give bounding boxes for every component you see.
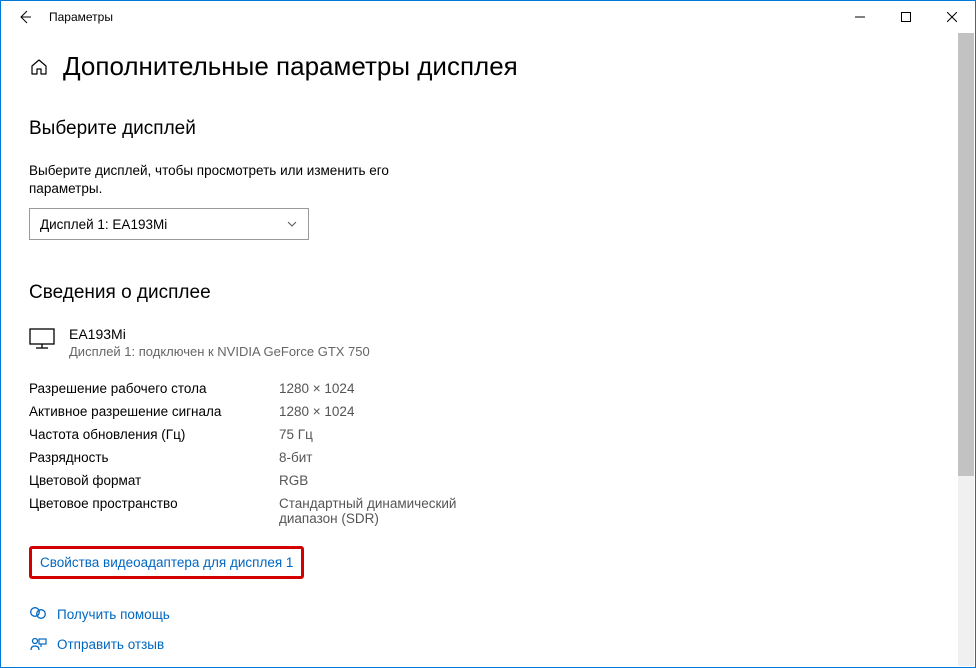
table-row: Разрядность 8-бит bbox=[29, 446, 947, 469]
table-row: Цветовое пространство Стандартный динами… bbox=[29, 492, 947, 530]
display-name: EA193Mi bbox=[69, 326, 370, 342]
info-label: Цветовой формат bbox=[29, 473, 279, 488]
display-subtitle: Дисплей 1: подключен к NVIDIA GeForce GT… bbox=[69, 344, 370, 359]
info-value: 8-бит bbox=[279, 450, 312, 465]
monitor-icon bbox=[29, 328, 55, 353]
chevron-down-icon bbox=[286, 218, 298, 230]
info-value: 75 Гц bbox=[279, 427, 313, 442]
scrollbar[interactable] bbox=[958, 33, 974, 666]
minimize-icon bbox=[855, 12, 865, 22]
maximize-icon bbox=[901, 12, 911, 22]
close-button[interactable] bbox=[929, 1, 975, 33]
feedback-link[interactable]: Отправить отзыв bbox=[29, 635, 947, 653]
feedback-label: Отправить отзыв bbox=[57, 637, 164, 652]
info-value: RGB bbox=[279, 473, 308, 488]
close-icon bbox=[947, 12, 957, 22]
page-title: Дополнительные параметры дисплея bbox=[63, 51, 518, 82]
table-row: Разрешение рабочего стола 1280 × 1024 bbox=[29, 377, 947, 400]
info-value: 1280 × 1024 bbox=[279, 404, 354, 419]
back-button[interactable] bbox=[9, 1, 41, 33]
get-help-link[interactable]: Получить помощь bbox=[29, 605, 947, 623]
info-value: 1280 × 1024 bbox=[279, 381, 354, 396]
select-display-instruction: Выберите дисплей, чтобы просмотреть или … bbox=[29, 162, 449, 198]
info-label: Разрешение рабочего стола bbox=[29, 381, 279, 396]
home-icon[interactable] bbox=[29, 57, 49, 77]
display-identity: EA193Mi Дисплей 1: подключен к NVIDIA Ge… bbox=[29, 326, 947, 359]
content-area: Дополнительные параметры дисплея Выберит… bbox=[1, 33, 975, 667]
select-display-heading: Выберите дисплей bbox=[29, 118, 947, 140]
window-title: Параметры bbox=[49, 10, 113, 24]
display-dropdown[interactable]: Дисплей 1: EA193Mi bbox=[29, 208, 309, 240]
minimize-button[interactable] bbox=[837, 1, 883, 33]
info-label: Цветовое пространство bbox=[29, 496, 279, 526]
footer-links: Получить помощь Отправить отзыв bbox=[29, 605, 947, 653]
table-row: Цветовой формат RGB bbox=[29, 469, 947, 492]
help-label: Получить помощь bbox=[57, 607, 170, 622]
info-label: Частота обновления (Гц) bbox=[29, 427, 279, 442]
display-info-heading: Сведения о дисплее bbox=[29, 282, 947, 304]
window-controls bbox=[837, 1, 975, 33]
table-row: Активное разрешение сигнала 1280 × 1024 bbox=[29, 400, 947, 423]
titlebar: Параметры bbox=[1, 1, 975, 33]
maximize-button[interactable] bbox=[883, 1, 929, 33]
feedback-icon bbox=[29, 635, 47, 653]
page-header: Дополнительные параметры дисплея bbox=[29, 51, 947, 82]
dropdown-value: Дисплей 1: EA193Mi bbox=[40, 217, 167, 232]
info-label: Разрядность bbox=[29, 450, 279, 465]
display-info-table: Разрешение рабочего стола 1280 × 1024 Ак… bbox=[29, 377, 947, 530]
info-value: Стандартный динамический диапазон (SDR) bbox=[279, 496, 479, 526]
table-row: Частота обновления (Гц) 75 Гц bbox=[29, 423, 947, 446]
highlight-box: Свойства видеоадаптера для дисплея 1 bbox=[29, 546, 304, 579]
arrow-left-icon bbox=[17, 9, 33, 25]
adapter-properties-link[interactable]: Свойства видеоадаптера для дисплея 1 bbox=[40, 555, 293, 570]
scrollbar-thumb[interactable] bbox=[958, 33, 974, 476]
info-label: Активное разрешение сигнала bbox=[29, 404, 279, 419]
help-icon bbox=[29, 605, 47, 623]
